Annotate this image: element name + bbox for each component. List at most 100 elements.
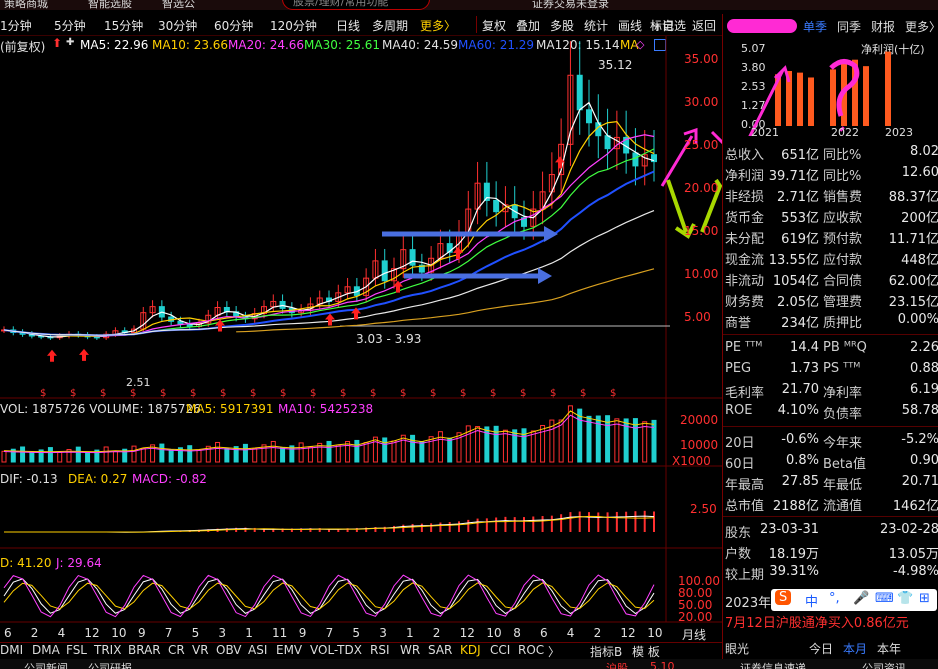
- chart-area[interactable]: (前复权) ⬆ ✚ MA5: 22.96 MA10: 23.66 MA20: 24.…: [0, 36, 722, 642]
- tab-sar[interactable]: SAR: [428, 643, 452, 657]
- time-axis-label: 11: [272, 626, 288, 640]
- finance-row-v2: 8.02: [910, 144, 938, 159]
- tab-same-quarter[interactable]: 同季: [837, 18, 861, 35]
- tab-template[interactable]: 模 板: [632, 643, 660, 660]
- tab-dmi[interactable]: DMI: [0, 643, 23, 657]
- tab-trix[interactable]: TRIX: [94, 643, 121, 657]
- volume-bar: [437, 431, 443, 463]
- finance-row[interactable]: 商誉 234亿 质押比 0.00%: [723, 310, 938, 331]
- finance-row[interactable]: 较上期 39.31% -4.98%: [723, 562, 938, 583]
- tab-cci[interactable]: CCI: [490, 643, 510, 657]
- status-company-news[interactable]: 公司新闻: [24, 660, 68, 669]
- tab-obv[interactable]: OBV: [216, 643, 242, 657]
- ime-punct-icon[interactable]: °,: [829, 591, 840, 606]
- search-input[interactable]: 股票/理财/常用功能: [282, 0, 430, 10]
- tab-vol-tdx[interactable]: VOL-TDX: [310, 643, 362, 657]
- skin-icon[interactable]: 👕: [897, 591, 913, 606]
- finance-row[interactable]: 净利润 39.71亿 同比% 12.60: [723, 163, 938, 184]
- tool-multi-stock[interactable]: 多股: [550, 17, 574, 34]
- tab-brar[interactable]: BRAR: [128, 643, 161, 657]
- ime-chinese-icon[interactable]: 中: [805, 591, 818, 610]
- tab-asi[interactable]: ASI: [248, 643, 267, 657]
- tool-stats[interactable]: 统计: [584, 17, 608, 34]
- menu-smart-picker[interactable]: 智能选股: [88, 0, 132, 10]
- ime-logo-icon[interactable]: S: [775, 590, 792, 605]
- tab-rsi[interactable]: RSI: [370, 643, 390, 657]
- add-watchlist-button[interactable]: +自选: [652, 17, 686, 34]
- tab-this-month[interactable]: 本月: [843, 640, 867, 657]
- tab-report[interactable]: 财报: [871, 18, 895, 35]
- finance-row[interactable]: 财务费 2.05亿 管理费 23.15亿: [723, 289, 938, 310]
- menu-strategy-mall[interactable]: 策略商城: [4, 0, 48, 10]
- period-5min[interactable]: 5分钟: [54, 17, 86, 34]
- volume-ma5-line: [3, 410, 655, 453]
- finance-row[interactable]: 现金流 13.55亿 应付款 448亿: [723, 247, 938, 268]
- period-multi[interactable]: 多周期: [372, 17, 408, 34]
- finance-row[interactable]: 年最高 27.85 年最低 20.71: [723, 472, 938, 493]
- finance-row-l: 未分配: [725, 232, 765, 247]
- finance-row[interactable]: 户数 18.19万 13.05万: [723, 541, 938, 562]
- tab-kdj[interactable]: KDJ: [460, 643, 481, 657]
- menu-smart-pick2[interactable]: 智选公: [162, 0, 195, 10]
- keyboard-icon[interactable]: ⌨: [875, 591, 894, 606]
- side-status: 证券信息速递 公司资讯: [726, 659, 938, 669]
- finance-row-l2: 年最低: [823, 478, 863, 493]
- tab-cr[interactable]: CR: [168, 643, 185, 657]
- status-hk-connect[interactable]: 沪股: [606, 660, 628, 669]
- tab-vision[interactable]: 眼光: [725, 640, 749, 657]
- finance-row-v2: 1462亿: [892, 499, 938, 514]
- trade-login-status[interactable]: 证券交易未登录: [532, 0, 609, 10]
- tab-emv[interactable]: EMV: [276, 643, 302, 657]
- tab-today[interactable]: 今日: [809, 640, 833, 657]
- tool-adjust[interactable]: 复权: [482, 17, 506, 34]
- finance-row[interactable]: 60日 0.8% Beta值 0.90: [723, 451, 938, 472]
- period-daily[interactable]: 日线: [336, 17, 360, 34]
- period-1min[interactable]: 1分钟: [0, 17, 32, 34]
- finance-row[interactable]: PEG 1.73 PS ᵀᵀᴹ 0.88: [723, 359, 938, 380]
- finance-row[interactable]: 总市值 2188亿 流通值 1462亿: [723, 493, 938, 514]
- finance-row-l2: 应收款: [823, 211, 863, 226]
- securities-news[interactable]: 证券信息速递: [740, 660, 806, 669]
- period-more-button[interactable]: 更多〉: [420, 17, 456, 34]
- finance-row[interactable]: 非流动 1054亿 合同债 62.00亿: [723, 268, 938, 289]
- tab-more[interactable]: 更多〉: [905, 18, 938, 35]
- tab-single-quarter[interactable]: 单季: [803, 18, 827, 35]
- period-60min[interactable]: 60分钟: [214, 17, 253, 34]
- finance-row[interactable]: 货币金 553亿 应收款 200亿: [723, 205, 938, 226]
- finance-row-v2: 0.00%: [897, 312, 938, 327]
- status-company-reports[interactable]: 公司研报: [88, 660, 132, 669]
- tab-roc[interactable]: ROC: [518, 643, 544, 657]
- ime-toolbar[interactable]: S 中 °, 🎤 ⌨ 👕 ⊞: [771, 589, 937, 611]
- tool-draw-line[interactable]: 画线: [618, 17, 642, 34]
- period-30min[interactable]: 30分钟: [158, 17, 197, 34]
- tab-dma[interactable]: DMA: [32, 643, 60, 657]
- finance-row[interactable]: 非经损 2.71亿 销售费 88.37亿: [723, 184, 938, 205]
- finance-row[interactable]: 20日 -0.6% 今年来 -5.2%: [723, 430, 938, 451]
- tab-fsl[interactable]: FSL: [66, 643, 87, 657]
- tab-this-year[interactable]: 本年: [877, 640, 901, 657]
- finance-row[interactable]: 未分配 619亿 预付款 11.71亿: [723, 226, 938, 247]
- finance-row-v: 651亿: [781, 148, 819, 163]
- tool-overlay[interactable]: 叠加: [516, 17, 540, 34]
- period-120min[interactable]: 120分钟: [270, 17, 317, 34]
- candle-body: [493, 199, 500, 213]
- mic-icon[interactable]: 🎤: [853, 591, 869, 606]
- period-15min[interactable]: 15分钟: [104, 17, 143, 34]
- finance-row[interactable]: 股东 23-03-31 23-02-28: [723, 520, 938, 541]
- sell-marker: $: [40, 388, 46, 399]
- company-info[interactable]: 公司资讯: [862, 660, 906, 669]
- finance-row-l: PEG: [725, 361, 752, 376]
- tabs-more-arrow-icon[interactable]: 〉: [548, 643, 560, 660]
- finance-row-v: 18.19万: [768, 547, 819, 562]
- finance-row[interactable]: PE ᵀᵀᴹ 14.4 PB ᴹᴿQ 2.26: [723, 338, 938, 359]
- finance-row-l: 户数: [725, 547, 752, 562]
- back-button[interactable]: 返回: [692, 17, 716, 34]
- grid-icon[interactable]: ⊞: [919, 591, 930, 606]
- tab-wr[interactable]: WR: [400, 643, 420, 657]
- hk-connect-notice[interactable]: 7月12日沪股通净买入0.86亿元: [725, 612, 909, 631]
- finance-row[interactable]: 毛利率 21.70 净利率 6.19: [723, 380, 938, 401]
- finance-row[interactable]: ROE 4.10% 负债率 58.78: [723, 401, 938, 422]
- tab-vr[interactable]: VR: [192, 643, 209, 657]
- finance-row[interactable]: 总收入 651亿 同比% 8.02: [723, 142, 938, 163]
- tab-indicator-b[interactable]: 指标B: [590, 643, 622, 660]
